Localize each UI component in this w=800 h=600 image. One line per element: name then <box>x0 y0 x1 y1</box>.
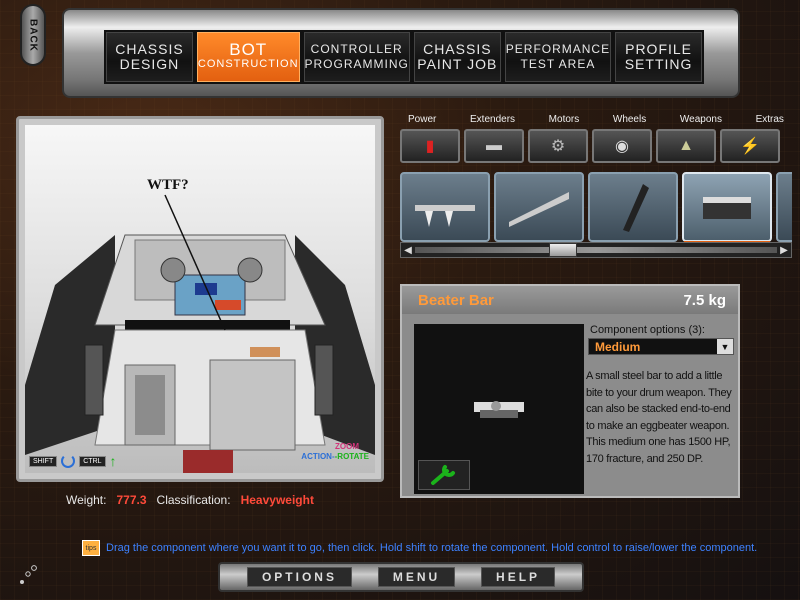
component-preview <box>414 324 584 494</box>
scroll-left-arrow-icon[interactable]: ◀ <box>401 243 415 257</box>
extras-icon: ⚡ <box>740 138 760 155</box>
tab-label-line1: BOT <box>229 40 268 59</box>
component-thumb[interactable] <box>400 172 490 242</box>
main-nav: CHASSIS DESIGN BOT CONSTRUCTION CONTROLL… <box>62 8 740 98</box>
category-label-weapons: Weapons <box>679 114 722 125</box>
ctrl-key-hint: CTRL <box>79 455 106 467</box>
component-list <box>400 172 792 242</box>
shift-key-hint: SHIFT <box>29 455 58 467</box>
component-weight: 7.5 kg <box>683 291 726 309</box>
back-button[interactable]: BACK <box>20 4 46 66</box>
category-labels: Power Extenders Motors Wheels Weapons Ex… <box>400 114 792 125</box>
chevron-down-icon[interactable]: ▼ <box>717 339 733 354</box>
tab-label-line1: PERFORMANCE <box>505 42 611 56</box>
component-thumb-selected[interactable] <box>682 172 772 242</box>
category-motors-button[interactable]: ⚙ <box>528 129 588 163</box>
nav-tabs: CHASSIS DESIGN BOT CONSTRUCTION CONTROLL… <box>104 30 704 84</box>
plate-weapon-icon <box>623 184 649 232</box>
category-label-extenders: Extenders <box>470 114 516 125</box>
component-scrollbar[interactable]: ◀ ▶ <box>400 242 792 258</box>
robot-model[interactable] <box>25 125 375 473</box>
beater-bar-icon <box>703 197 751 219</box>
tab-label-line2: CONSTRUCTION <box>197 58 299 70</box>
tab-chassis-design[interactable]: CHASSIS DESIGN <box>106 32 193 82</box>
tip-bar: tips Drag the component where you want i… <box>82 540 757 556</box>
component-thumb[interactable] <box>588 172 678 242</box>
tips-icon: tips <box>82 540 100 556</box>
selected-option: Medium <box>595 339 641 354</box>
bot-stats: Weight: 777.3 Classification: Heavyweigh… <box>66 493 314 507</box>
category-buttons: ▮ ▬ ⚙ ◉ ▲ ⚡ <box>400 129 792 163</box>
viewport-frame: WTF? SHIFT CTRL ↑ ZOOM ACTION--ROTATE <box>16 116 384 482</box>
category-wheels-button[interactable]: ◉ <box>592 129 652 163</box>
weight-label: Weight: <box>66 493 107 507</box>
category-extenders-button[interactable]: ▬ <box>464 129 524 163</box>
bottom-menu: OPTIONS MENU HELP <box>218 562 584 592</box>
component-categories: Power Extenders Motors Wheels Weapons Ex… <box>400 114 792 170</box>
component-details-panel: Beater Bar 7.5 kg Component options (3):… <box>400 284 740 498</box>
tab-profile-setting[interactable]: PROFILE SETTING <box>615 32 703 82</box>
tab-chassis-paint-job[interactable]: CHASSIS PAINT JOB <box>413 32 501 82</box>
weapon-icon: ▲ <box>678 137 694 154</box>
rotate-label: -ROTATE <box>334 452 369 461</box>
options-label: Component options (3): <box>590 324 705 336</box>
zoom-label: ZOOM <box>335 442 359 451</box>
battery-icon: ▮ <box>425 138 435 155</box>
back-label: BACK <box>27 18 39 52</box>
tab-label-line2: PROGRAMMING <box>304 57 409 71</box>
category-extras-button[interactable]: ⚡ <box>720 129 780 163</box>
tab-label-line1: CHASSIS <box>423 41 492 57</box>
tab-label-line1: CONTROLLER <box>310 42 403 56</box>
tab-performance-test-area[interactable]: PERFORMANCE TEST AREA <box>504 32 612 82</box>
robot-3d-viewport[interactable]: WTF? SHIFT CTRL ↑ ZOOM ACTION--ROTATE <box>25 125 375 473</box>
scroll-rail[interactable] <box>415 243 777 257</box>
category-label-motors: Motors <box>548 114 580 125</box>
annotation-text: WTF? <box>147 177 189 193</box>
category-label-wheels: Wheels <box>612 114 647 125</box>
scroll-thumb[interactable] <box>549 243 577 257</box>
wrench-icon <box>431 465 455 485</box>
component-name: Beater Bar <box>418 291 494 309</box>
category-label-extras: Extras <box>755 114 784 125</box>
menu-button[interactable]: MENU <box>377 567 456 587</box>
scroll-right-arrow-icon[interactable]: ▶ <box>777 243 791 257</box>
mouse-action-legend: ZOOM ACTION--ROTATE <box>301 442 369 461</box>
extender-bar-icon: ▬ <box>486 137 502 154</box>
component-description: A small steel bar to add a little bite t… <box>586 370 732 465</box>
motor-icon: ⚙ <box>550 138 566 155</box>
tab-label-line2: PAINT JOB <box>417 56 498 72</box>
blade-weapon-icon <box>509 192 569 227</box>
tab-bot-construction[interactable]: BOT CONSTRUCTION <box>196 32 300 82</box>
component-header: Beater Bar 7.5 kg <box>402 286 738 314</box>
tab-label-line2: TEST AREA <box>520 57 596 71</box>
tab-label-line1: CHASSIS <box>115 41 184 57</box>
component-option-select[interactable]: Medium ▼ <box>588 338 734 355</box>
options-button[interactable]: OPTIONS <box>246 567 352 587</box>
tip-text: Drag the component where you want it to … <box>106 542 758 554</box>
tab-label-line2: SETTING <box>624 56 693 72</box>
classification-value: Heavyweight <box>240 493 314 507</box>
tab-label-line2: DESIGN <box>119 56 180 72</box>
viewport-key-hints: SHIFT CTRL ↑ <box>29 453 117 469</box>
weight-value: 777.3 <box>116 493 147 507</box>
rotate-icon <box>61 454 76 468</box>
component-thumb[interactable] <box>776 172 792 242</box>
component-thumb[interactable] <box>494 172 584 242</box>
spike-weapon-icon <box>415 205 475 227</box>
help-button[interactable]: HELP <box>481 567 556 587</box>
category-power-button[interactable]: ▮ <box>400 129 460 163</box>
category-label-power: Power <box>408 114 437 125</box>
signal-icon <box>20 565 37 584</box>
category-weapons-button[interactable]: ▲ <box>656 129 716 163</box>
tab-controller-programming[interactable]: CONTROLLER PROGRAMMING <box>303 32 410 82</box>
raise-arrow-icon: ↑ <box>109 453 117 469</box>
wrench-button[interactable] <box>418 460 470 490</box>
tab-label-line1: PROFILE <box>625 41 693 57</box>
classification-label: Classification: <box>156 493 231 507</box>
action-label: ACTION- <box>301 452 335 461</box>
wheel-icon: ◉ <box>615 138 629 155</box>
